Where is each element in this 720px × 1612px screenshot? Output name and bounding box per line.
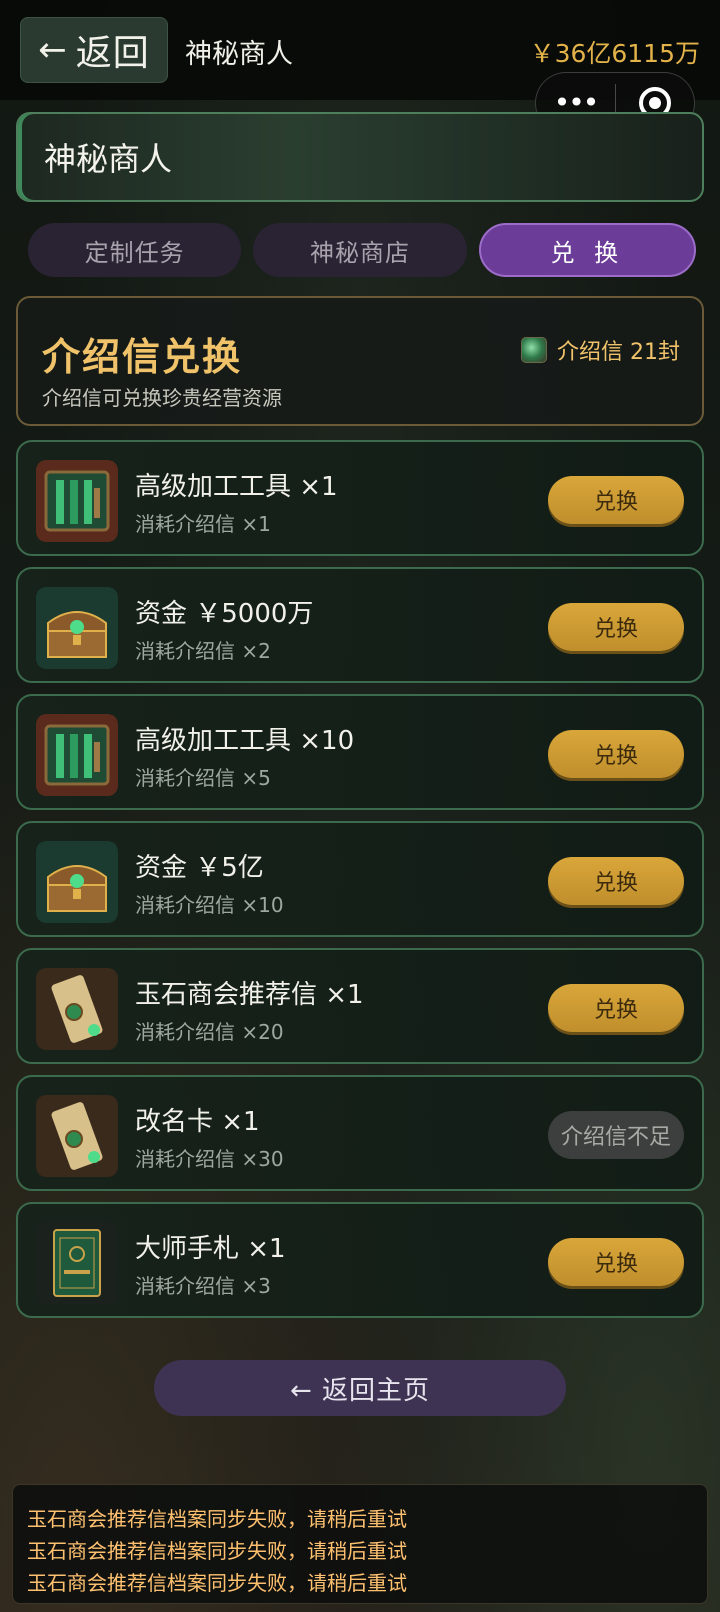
item-name: 高级加工工具 ×10 <box>135 726 355 756</box>
item-cost: 消耗介绍信 ×30 <box>135 1147 284 1171</box>
list-item: 高级加工工具 ×1 消耗介绍信 ×1 兑换 <box>16 440 704 556</box>
item-name: 资金 ￥5000万 <box>135 599 314 629</box>
exchange-button[interactable]: 兑换 <box>548 603 684 651</box>
item-name: 玉石商会推荐信 ×1 <box>135 980 364 1010</box>
back-label: 返回 <box>75 33 150 74</box>
exchange-header: 介绍信兑换 介绍信可兑换珍贵经营资源 介绍信 21封 <box>16 296 704 426</box>
return-home-button[interactable]: ← 返回主页 <box>154 1360 566 1416</box>
treasure-chest-icon <box>36 841 118 923</box>
exchange-button[interactable]: 兑换 <box>548 1238 684 1286</box>
merchant-banner: 神秘商人 <box>16 112 704 202</box>
log-line: 玉石商会推荐信档案同步失败，请稍后重试 <box>27 1507 407 1531</box>
log-line: 玉石商会推荐信档案同步失败，请稍后重试 <box>27 1571 407 1595</box>
item-cost: 消耗介绍信 ×10 <box>135 893 284 917</box>
scroll-icon <box>36 968 118 1050</box>
tools-icon <box>36 714 118 796</box>
insufficient-button: 介绍信不足 <box>548 1111 684 1159</box>
scroll-icon <box>36 1095 118 1177</box>
list-item: 资金 ￥5亿 消耗介绍信 ×10 兑换 <box>16 821 704 937</box>
exchange-button[interactable]: 兑换 <box>548 730 684 778</box>
item-name: 改名卡 ×1 <box>135 1107 260 1137</box>
item-cost: 消耗介绍信 ×3 <box>135 1274 271 1298</box>
item-cost: 消耗介绍信 ×1 <box>135 512 271 536</box>
back-arrow-icon: ← <box>38 30 68 70</box>
exchange-title: 介绍信兑换 <box>42 335 243 379</box>
tab-exchange[interactable]: 兑 换 <box>478 223 696 277</box>
exchange-button[interactable]: 兑换 <box>548 476 684 524</box>
tab-bar: 定制任务 神秘商店 兑 换 <box>28 223 696 277</box>
list-item: 改名卡 ×1 消耗介绍信 ×30 介绍信不足 <box>16 1075 704 1191</box>
message-log: 玉石商会推荐信档案同步失败，请稍后重试 玉石商会推荐信档案同步失败，请稍后重试 … <box>12 1484 708 1604</box>
list-item: 资金 ￥5000万 消耗介绍信 ×2 兑换 <box>16 567 704 683</box>
list-item: 大师手札 ×1 消耗介绍信 ×3 兑换 <box>16 1202 704 1318</box>
item-cost: 消耗介绍信 ×20 <box>135 1020 284 1044</box>
list-item: 高级加工工具 ×10 消耗介绍信 ×5 兑换 <box>16 694 704 810</box>
letter-count-text: 介绍信 21封 <box>557 340 680 365</box>
log-line: 玉石商会推荐信档案同步失败，请稍后重试 <box>27 1539 407 1563</box>
item-cost: 消耗介绍信 ×2 <box>135 639 271 663</box>
letter-count: 介绍信 21封 <box>521 334 680 366</box>
exchange-list: 高级加工工具 ×1 消耗介绍信 ×1 兑换 资金 ￥5000万 消耗介绍信 ×2… <box>16 440 704 1329</box>
money-balance: ￥36亿6115万 <box>529 39 700 68</box>
list-item: 玉石商会推荐信 ×1 消耗介绍信 ×20 兑换 <box>16 948 704 1064</box>
item-name: 资金 ￥5亿 <box>135 853 264 883</box>
letter-gem-icon <box>521 337 547 363</box>
book-icon <box>36 1222 118 1304</box>
tab-mystery-shop[interactable]: 神秘商店 <box>253 223 467 277</box>
tab-custom-task[interactable]: 定制任务 <box>28 223 242 277</box>
item-cost: 消耗介绍信 ×5 <box>135 766 271 790</box>
back-button[interactable]: ← 返回 <box>20 17 168 83</box>
item-name: 高级加工工具 ×1 <box>135 472 338 502</box>
page-title: 神秘商人 <box>185 39 293 70</box>
exchange-subtitle: 介绍信可兑换珍贵经营资源 <box>42 386 282 410</box>
tools-icon <box>36 460 118 542</box>
exchange-button[interactable]: 兑换 <box>548 984 684 1032</box>
exchange-button[interactable]: 兑换 <box>548 857 684 905</box>
treasure-chest-icon <box>36 587 118 669</box>
item-name: 大师手札 ×1 <box>135 1234 286 1264</box>
